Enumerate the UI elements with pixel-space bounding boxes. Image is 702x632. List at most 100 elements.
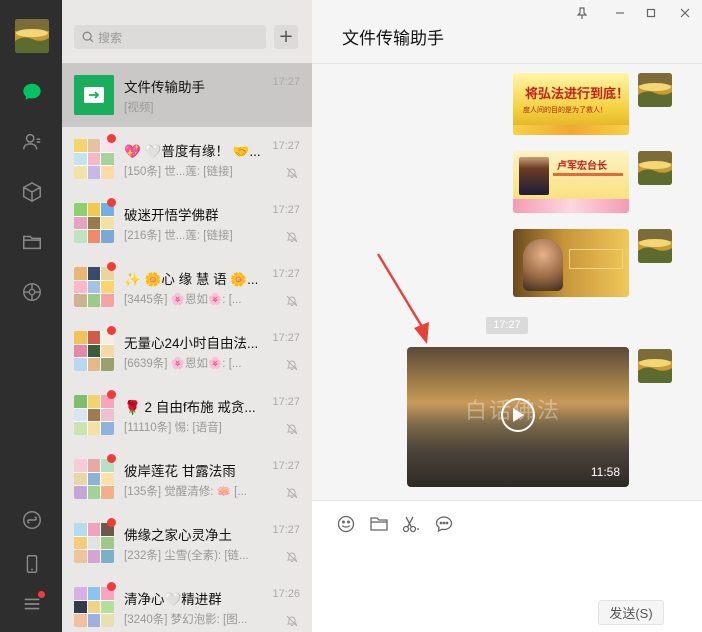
image-message[interactable]: 卢军宏台长 [513, 151, 629, 213]
image-message[interactable] [513, 229, 629, 297]
play-icon[interactable] [501, 398, 535, 432]
search-icon [82, 31, 94, 43]
menu-badge [38, 591, 45, 598]
chat-time: 17:27 [272, 268, 300, 280]
contacts-icon[interactable] [19, 129, 45, 155]
chat-name: ✨ 🌼心 缘 慧 语 🌼... [124, 272, 259, 287]
chat-preview: [视频] [124, 102, 154, 114]
video-duration: 11:58 [590, 465, 620, 479]
files-icon[interactable] [19, 229, 45, 255]
unread-dot [107, 262, 116, 271]
scissors-icon[interactable] [401, 514, 421, 534]
pin-icon[interactable] [575, 6, 589, 20]
video-message[interactable]: 白话佛法 11:58 [407, 347, 629, 487]
chat-time: 17:27 [272, 332, 300, 344]
image-message[interactable]: 将弘法进行到底！ 度人间的目的是为了救人！ [513, 73, 629, 135]
chat-avatar [74, 587, 114, 627]
moments-icon[interactable] [19, 279, 45, 305]
conversation-panel: 文件传输助手 将弘法进行到底！ 度人间的目的是为了救人！ 卢军宏台长 17:27… [312, 0, 702, 632]
chat-time: 17:27 [272, 76, 300, 88]
chat-preview: [216条] 世...莲: [链接] [124, 230, 233, 242]
mute-bell-icon [286, 228, 298, 243]
close-icon[interactable] [678, 6, 692, 20]
conversation-header: 文件传输助手 [312, 0, 702, 64]
chat-avatar [74, 459, 114, 499]
nav-rail [0, 0, 62, 632]
chat-time: 17:27 [272, 460, 300, 472]
message-composer[interactable]: 发送(S) [312, 500, 702, 632]
chat-preview: [11110条] 惕: [语音] [124, 422, 222, 434]
add-button[interactable]: + [274, 25, 298, 49]
sender-avatar[interactable] [638, 73, 672, 107]
chat-preview: [3240条] 梦幻泡影: [图... [124, 614, 248, 626]
chat-list-item[interactable]: 🌹 2 自由f布施 戒贪... [11110条] 惕: [语音] 17:27 [62, 383, 312, 447]
chat-avatar [74, 139, 114, 179]
sender-avatar[interactable] [638, 349, 672, 383]
mute-bell-icon [286, 356, 298, 371]
chat-time: 17:27 [272, 140, 300, 152]
sender-avatar[interactable] [638, 229, 672, 263]
my-avatar[interactable] [15, 19, 49, 53]
unread-dot [107, 326, 116, 335]
chat-name: 清净心🤍精进群 [124, 592, 222, 607]
unread-dot [107, 454, 116, 463]
image-decor [513, 125, 629, 135]
chat-name: 佛缘之家心灵净土 [124, 528, 232, 543]
emoji-icon[interactable] [336, 514, 356, 534]
chat-preview: [232条] 尘雪(全素): [链... [124, 550, 249, 562]
annotation-arrow [376, 253, 429, 344]
mute-bell-icon [286, 548, 298, 563]
unread-dot [107, 134, 116, 143]
chat-name: 破迷开悟学佛群 [124, 208, 219, 223]
mini-program-icon[interactable] [19, 507, 45, 533]
chat-time: 17:26 [272, 588, 300, 600]
image-decor [553, 173, 623, 176]
chat-list-item[interactable]: ✨ 🌼心 缘 慧 语 🌼... [3445条] 🌸恩如🌸: [... 17:27 [62, 255, 312, 319]
chat-preview: [150条] 世...莲: [链接] [124, 166, 233, 178]
mute-bell-icon [286, 292, 298, 307]
chat-list-item[interactable]: 清净心🤍精进群 [3240条] 梦幻泡影: [图... 17:26 [62, 575, 312, 632]
chat-avatar [74, 203, 114, 243]
maximize-icon[interactable] [644, 6, 658, 20]
favorites-icon[interactable] [19, 179, 45, 205]
folder-icon[interactable] [369, 514, 389, 534]
chat-preview: [6639条] 🌸恩如🌸: [... [124, 358, 242, 370]
chat-time: 17:27 [272, 204, 300, 216]
person-photo [523, 239, 563, 291]
chat-avatar [74, 331, 114, 371]
chat-bubble-icon[interactable] [434, 514, 454, 534]
image-caption [569, 249, 623, 269]
sender-avatar[interactable] [638, 151, 672, 185]
chat-time: 17:27 [272, 396, 300, 408]
chat-name: 无量心24小时自由法... [124, 336, 259, 351]
chat-avatar [74, 523, 114, 563]
person-photo [519, 157, 549, 195]
mute-bell-icon [286, 420, 298, 435]
chat-name: 文件传输助手 [124, 80, 205, 95]
search-input[interactable]: 搜索 [74, 25, 266, 49]
chat-list-item[interactable]: 破迷开悟学佛群 [216条] 世...莲: [链接] 17:27 [62, 191, 312, 255]
send-button[interactable]: 发送(S) [598, 600, 664, 625]
image-caption: 卢军宏台长 [557, 161, 607, 172]
unread-dot [107, 390, 116, 399]
image-caption: 将弘法进行到底！ [525, 86, 629, 101]
chat-list-item[interactable]: 💖 🤍普度有缘！ 🤝... [150条] 世...莲: [链接] 17:27 [62, 127, 312, 191]
chat-icon[interactable] [19, 79, 45, 105]
chat-list-panel: 搜索 + 文件传输助手 [视频] 17:27 💖 🤍普度有缘！ 🤝... [150条] … [62, 0, 312, 632]
chat-avatar [74, 75, 114, 115]
minimize-icon[interactable] [613, 6, 627, 20]
chat-list-item[interactable]: 佛缘之家心灵净土 [232条] 尘雪(全素): [链... 17:27 [62, 511, 312, 575]
chat-avatar [74, 267, 114, 307]
lotus-decor [513, 199, 629, 213]
menu-icon[interactable] [19, 591, 45, 617]
chat-list-item[interactable]: 无量心24小时自由法... [6639条] 🌸恩如🌸: [... 17:27 [62, 319, 312, 383]
chat-name: 💖 🤍普度有缘！ 🤝... [124, 144, 261, 159]
mute-bell-icon [286, 164, 298, 179]
chat-avatar [74, 395, 114, 435]
chat-list-item[interactable]: 文件传输助手 [视频] 17:27 [62, 63, 312, 127]
phone-icon[interactable] [19, 551, 45, 577]
chat-list-item[interactable]: 彼岸莲花 甘露法雨 [135条] 觉醒清修: 🪷 [... 17:27 [62, 447, 312, 511]
chat-name: 🌹 2 自由f布施 戒贪... [124, 400, 256, 415]
conversation-title: 文件传输助手 [342, 29, 444, 48]
chat-name: 彼岸莲花 甘露法雨 [124, 464, 236, 479]
